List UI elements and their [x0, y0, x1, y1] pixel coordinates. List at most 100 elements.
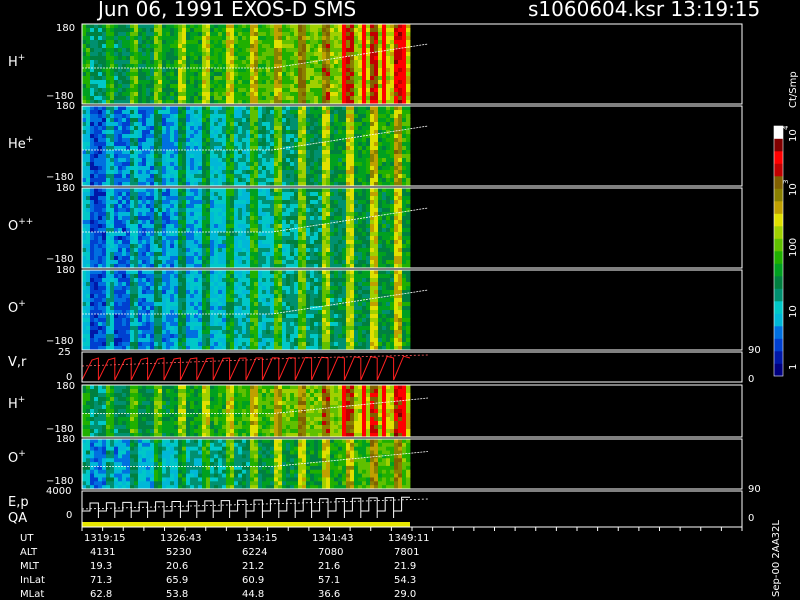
heat-cell [90, 240, 95, 245]
heat-cell [122, 220, 127, 225]
heat-cell [242, 72, 247, 77]
heat-cell [338, 228, 343, 233]
heat-cell [186, 208, 191, 213]
heat-cell [258, 114, 263, 119]
heat-cell [290, 260, 295, 265]
heat-cell [102, 248, 107, 253]
heat-cell [374, 114, 379, 119]
heat-cell [366, 84, 371, 89]
heat-cell [90, 118, 95, 123]
heat-cell [338, 36, 343, 41]
heat-cell [134, 84, 139, 89]
heat-cell [298, 228, 303, 233]
heat-cell [226, 84, 231, 89]
heat-cell [406, 170, 411, 175]
heat-cell [202, 52, 207, 57]
heat-cell [322, 232, 327, 237]
heat-cell [342, 170, 347, 175]
heat-cell [338, 244, 343, 249]
heat-cell [118, 196, 123, 201]
heat-cell [106, 166, 111, 171]
heat-cell [378, 118, 383, 123]
heat-cell [266, 80, 271, 85]
heat-cell [162, 44, 167, 49]
heat-cell [190, 244, 195, 249]
heat-cell [382, 68, 387, 73]
heat-cell [134, 118, 139, 123]
heat-cell [130, 118, 135, 123]
heat-cell [222, 174, 227, 179]
heat-cell [102, 88, 107, 93]
heat-cell [86, 224, 91, 229]
heat-cell [266, 244, 271, 249]
heat-cell [154, 232, 159, 237]
heat-cell [90, 342, 95, 347]
heat-cell [310, 200, 315, 205]
heat-cell [386, 44, 391, 49]
heat-cell [290, 88, 295, 93]
heat-cell [286, 68, 291, 73]
heat-cell [130, 260, 135, 265]
heat-cell [390, 196, 395, 201]
heat-cell [170, 232, 175, 237]
heat-cell [322, 236, 327, 241]
heat-cell [102, 158, 107, 163]
heat-cell [394, 44, 399, 49]
heat-cell [398, 122, 403, 127]
heat-cell [262, 118, 267, 123]
heat-cell [134, 150, 139, 155]
heat-cell [386, 166, 391, 171]
heat-cell [158, 28, 163, 33]
heat-cell [362, 32, 367, 37]
heat-cell [86, 270, 91, 275]
heat-cell [82, 122, 87, 127]
heat-cell [122, 80, 127, 85]
heat-cell [374, 162, 379, 167]
heat-cell [322, 248, 327, 253]
heat-cell [246, 44, 251, 49]
heat-cell [170, 76, 175, 81]
heat-cell [262, 224, 267, 229]
heat-cell [362, 92, 367, 97]
heat-cell [182, 216, 187, 221]
heat-cell [258, 106, 263, 111]
heat-cell [310, 216, 315, 221]
heat-cell [298, 24, 303, 29]
heat-cell [186, 84, 191, 89]
heat-cell [286, 204, 291, 209]
heat-cell [122, 162, 127, 167]
heat-cell [338, 208, 343, 213]
heat-cell [374, 260, 379, 265]
heat-cell [346, 224, 351, 229]
heat-cell [90, 326, 95, 331]
heat-cell [114, 244, 119, 249]
heat-cell [354, 60, 359, 65]
heat-cell [354, 216, 359, 221]
heat-cell [222, 60, 227, 65]
heat-cell [234, 118, 239, 123]
heat-cell [314, 138, 319, 143]
heat-cell [262, 244, 267, 249]
heat-cell [346, 110, 351, 115]
heat-cell [406, 220, 411, 225]
heat-cell [266, 96, 271, 101]
heat-cell [290, 212, 295, 217]
heat-cell [406, 236, 411, 241]
heat-cell [110, 92, 115, 97]
heat-cell [350, 110, 355, 115]
heat-cell [138, 166, 143, 171]
heat-cell [318, 196, 323, 201]
heat-cell [94, 130, 99, 135]
heat-cell [274, 220, 279, 225]
heat-cell [398, 170, 403, 175]
heat-cell [174, 68, 179, 73]
heat-cell [402, 196, 407, 201]
heat-cell [366, 64, 371, 69]
heat-cell [278, 256, 283, 261]
heat-cell [94, 298, 99, 303]
heat-cell [82, 220, 87, 225]
heat-cell [182, 56, 187, 61]
heat-cell [398, 142, 403, 147]
heat-cell [390, 188, 395, 193]
heat-cell [330, 240, 335, 245]
